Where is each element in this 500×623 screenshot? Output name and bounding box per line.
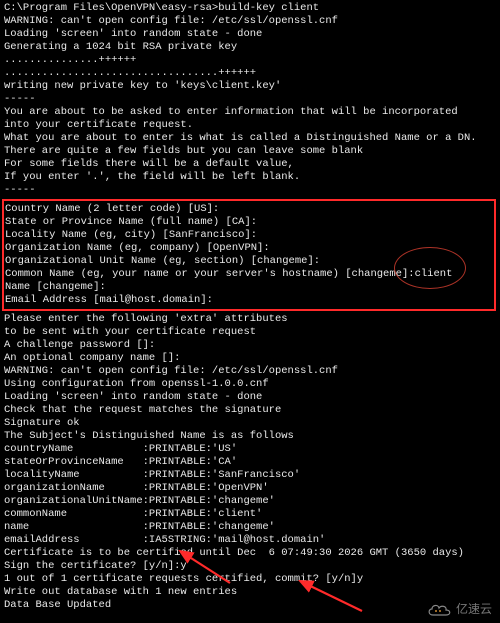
output-before-box: WARNING: can't open config file: /etc/ss… — [4, 15, 496, 197]
terminal-line: Using configuration from openssl-1.0.0.c… — [4, 378, 496, 391]
terminal-line: Loading 'screen' into random state - don… — [4, 28, 496, 41]
terminal-line: Generating a 1024 bit RSA private key — [4, 41, 496, 54]
terminal-line: name :PRINTABLE:'changeme' — [4, 521, 496, 534]
terminal-line: into your certificate request. — [4, 119, 496, 132]
terminal-line: countryName :PRINTABLE:'US' — [4, 443, 496, 456]
terminal-line: organizationalUnitName:PRINTABLE:'change… — [4, 495, 496, 508]
terminal-line: stateOrProvinceName :PRINTABLE:'CA' — [4, 456, 496, 469]
terminal-line: Write out database with 1 new entries — [4, 586, 496, 599]
terminal-line: Certificate is to be certified until Dec… — [4, 547, 496, 560]
terminal-line: Data Base Updated — [4, 599, 496, 612]
dn-prompt-line: Name [changeme]: — [5, 281, 493, 294]
dn-prompt-line: Country Name (2 letter code) [US]: — [5, 203, 493, 216]
terminal-line: ----- — [4, 93, 496, 106]
terminal-line: What you are about to enter is what is c… — [4, 132, 496, 145]
dn-prompt-line: State or Province Name (full name) [CA]: — [5, 216, 493, 229]
dn-prompt-line: Common Name (eg, your name or your serve… — [5, 268, 493, 281]
watermark-text: 亿速云 — [456, 603, 492, 616]
output-after-box: Please enter the following 'extra' attri… — [4, 313, 496, 612]
terminal-line: A challenge password []: — [4, 339, 496, 352]
terminal-line: commonName :PRINTABLE:'client' — [4, 508, 496, 521]
terminal-line: WARNING: can't open config file: /etc/ss… — [4, 365, 496, 378]
terminal-line: Loading 'screen' into random state - don… — [4, 391, 496, 404]
terminal-line: Check that the request matches the signa… — [4, 404, 496, 417]
dn-prompt-line: Organizational Unit Name (eg, section) [… — [5, 255, 493, 268]
terminal-output: C:\Program Files\OpenVPN\easy-rsa>build-… — [4, 2, 496, 612]
watermark: 亿速云 — [426, 601, 492, 617]
terminal-line: Sign the certificate? [y/n]:y — [4, 560, 496, 573]
terminal-line: An optional company name []: — [4, 352, 496, 365]
terminal-line: 1 out of 1 certificate requests certifie… — [4, 573, 496, 586]
terminal-line: localityName :PRINTABLE:'SanFrancisco' — [4, 469, 496, 482]
terminal-line: For some fields there will be a default … — [4, 158, 496, 171]
terminal-line: Signature ok — [4, 417, 496, 430]
terminal-line: WARNING: can't open config file: /etc/ss… — [4, 15, 496, 28]
terminal-line: You are about to be asked to enter infor… — [4, 106, 496, 119]
terminal-line: ..................................++++++ — [4, 67, 496, 80]
terminal-line: The Subject's Distinguished Name is as f… — [4, 430, 496, 443]
cloud-icon — [426, 601, 452, 617]
terminal-line: ...............++++++ — [4, 54, 496, 67]
terminal-line: Please enter the following 'extra' attri… — [4, 313, 496, 326]
terminal-line: to be sent with your certificate request — [4, 326, 496, 339]
terminal-line: emailAddress :IA5STRING:'mail@host.domai… — [4, 534, 496, 547]
dn-prompt-line: Locality Name (eg, city) [SanFrancisco]: — [5, 229, 493, 242]
dn-prompt-line: Email Address [mail@host.domain]: — [5, 294, 493, 307]
terminal-line: There are quite a few fields but you can… — [4, 145, 496, 158]
terminal-line: If you enter '.', the field will be left… — [4, 171, 496, 184]
terminal-line: organizationName :PRINTABLE:'OpenVPN' — [4, 482, 496, 495]
highlight-box: Country Name (2 letter code) [US]:State … — [2, 199, 496, 311]
distinguished-name-prompts: Country Name (2 letter code) [US]:State … — [5, 203, 493, 307]
prompt-line: C:\Program Files\OpenVPN\easy-rsa>build-… — [4, 2, 496, 15]
terminal-line: ----- — [4, 184, 496, 197]
terminal-line: writing new private key to 'keys\client.… — [4, 80, 496, 93]
dn-prompt-line: Organization Name (eg, company) [OpenVPN… — [5, 242, 493, 255]
